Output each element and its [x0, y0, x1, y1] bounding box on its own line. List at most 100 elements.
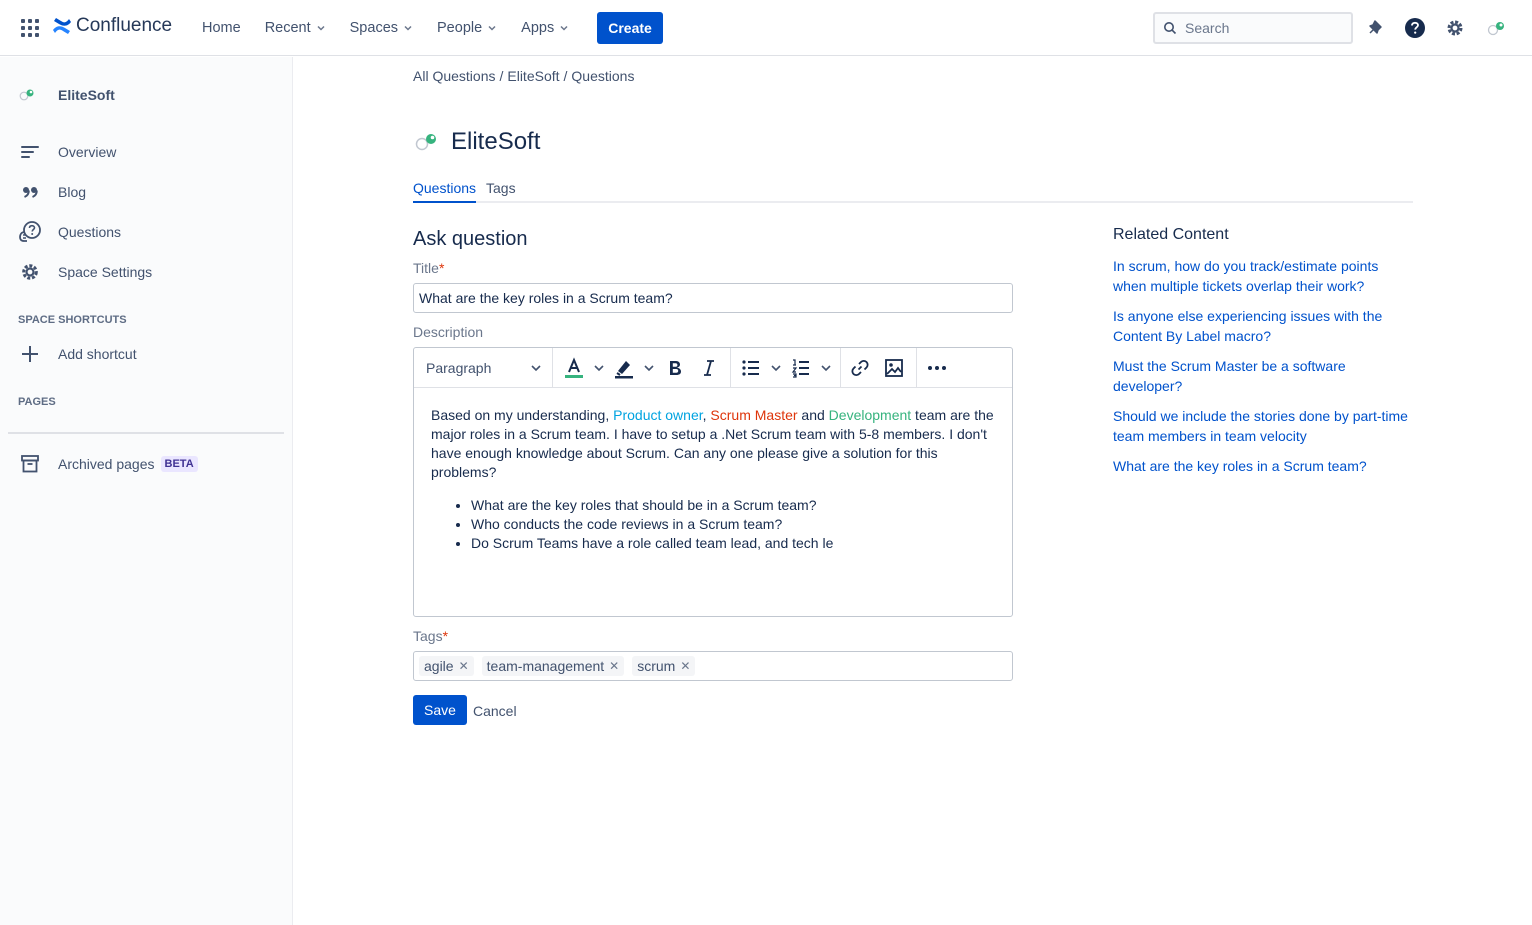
related-link[interactable]: In scrum, how do you track/estimate poin…	[1113, 256, 1413, 296]
text-color-icon[interactable]	[562, 356, 586, 380]
link-icon[interactable]	[848, 356, 872, 380]
tags-field[interactable]: agile ✕ team-management ✕ scrum ✕	[413, 651, 1013, 681]
notifications-icon[interactable]	[1363, 16, 1387, 40]
breadcrumb-questions[interactable]: Questions	[571, 68, 634, 84]
toolbar-divider	[916, 348, 917, 387]
image-icon[interactable]	[882, 356, 906, 380]
chevron-down-icon	[317, 25, 325, 31]
nav-spaces[interactable]: Spaces	[338, 12, 425, 44]
description-paragraph: Based on my understanding, Product owner…	[431, 406, 995, 482]
editor-content[interactable]: Based on my understanding, Product owner…	[414, 388, 1012, 571]
space-sidebar: EliteSoft Overview Blog Questions Space …	[0, 57, 293, 925]
save-button[interactable]: Save	[413, 695, 467, 725]
overview-icon	[18, 140, 42, 164]
ask-question-heading: Ask question	[413, 228, 528, 250]
related-content-title: Related Content	[1113, 226, 1229, 243]
chevron-down-icon[interactable]	[770, 363, 782, 373]
tab-tags[interactable]: Tags	[486, 180, 516, 196]
space-avatar-icon	[19, 89, 34, 101]
chevron-down-icon	[560, 25, 568, 31]
related-link[interactable]: Is anyone else experiencing issues with …	[1113, 306, 1413, 346]
help-icon[interactable]	[1403, 16, 1427, 40]
highlight-icon[interactable]	[612, 356, 636, 380]
breadcrumb-all-questions[interactable]: All Questions	[413, 68, 495, 84]
breadcrumb-space[interactable]: EliteSoft	[507, 68, 559, 84]
title-label: Title*	[413, 260, 444, 276]
editor-toolbar: Paragraph	[414, 348, 1012, 388]
remove-tag-icon[interactable]: ✕	[609, 659, 619, 673]
remove-tag-icon[interactable]: ✕	[459, 659, 469, 673]
questions-icon	[18, 220, 42, 244]
bold-icon[interactable]	[663, 356, 687, 380]
nav-spaces-label: Spaces	[349, 20, 399, 36]
tag-chip: agile ✕	[419, 656, 474, 676]
search-placeholder: Search	[1185, 20, 1230, 36]
space-avatar-icon	[415, 134, 436, 151]
search-input[interactable]: Search	[1153, 12, 1353, 44]
desc-text: and	[797, 407, 829, 423]
page-header: EliteSoft	[413, 128, 540, 156]
sidebar-item-questions[interactable]: Questions	[18, 220, 121, 244]
chevron-down-icon	[488, 25, 496, 31]
product-name: Confluence	[76, 15, 173, 36]
chevron-down-icon[interactable]	[643, 363, 655, 373]
required-marker: *	[442, 628, 449, 644]
space-shortcuts-heading: SPACE SHORTCUTS	[18, 314, 127, 326]
add-shortcut-label: Add shortcut	[58, 346, 137, 362]
bullet-list-icon[interactable]	[739, 356, 763, 380]
gear-icon	[18, 260, 42, 284]
sidebar-item-archived-pages[interactable]: Archived pages BETA	[18, 452, 198, 476]
description-editor: Paragraph Based on my understanding, Pro…	[413, 347, 1013, 617]
nav-recent[interactable]: Recent	[253, 12, 338, 44]
nav-home[interactable]: Home	[190, 12, 253, 44]
chevron-down-icon[interactable]	[593, 363, 605, 373]
tags-label: Tags*	[413, 628, 448, 644]
list-item: What are the key roles that should be in…	[471, 496, 995, 515]
space-name: EliteSoft	[58, 87, 115, 103]
confluence-logo[interactable]: Confluence	[52, 15, 172, 37]
archive-icon	[18, 452, 42, 476]
list-item: Who conducts the code reviews in a Scrum…	[471, 515, 995, 534]
breadcrumb-separator: /	[563, 68, 568, 84]
chevron-down-icon	[531, 365, 541, 372]
quote-icon	[18, 180, 42, 204]
app-switcher-icon[interactable]	[20, 18, 40, 38]
sidebar-item-blog[interactable]: Blog	[18, 180, 86, 204]
description-bullet-list: What are the key roles that should be in…	[431, 496, 995, 553]
required-marker: *	[438, 260, 445, 276]
space-header[interactable]: EliteSoft	[18, 87, 115, 103]
italic-icon[interactable]	[697, 356, 721, 380]
nav-home-label: Home	[202, 20, 241, 36]
tag-chip: team-management ✕	[481, 656, 625, 676]
nav-recent-label: Recent	[264, 20, 311, 36]
cancel-button[interactable]: Cancel	[473, 703, 517, 719]
related-link[interactable]: Should we include the stories done by pa…	[1113, 406, 1413, 446]
nav-people-label: People	[437, 20, 483, 36]
desc-text: Based on my understanding,	[431, 407, 614, 423]
title-field[interactable]: What are the key roles in a Scrum team?	[413, 283, 1013, 313]
sidebar-item-overview[interactable]: Overview	[18, 140, 116, 164]
tab-questions[interactable]: Questions	[413, 180, 477, 203]
related-link[interactable]: Must the Scrum Master be a software deve…	[1113, 356, 1413, 396]
more-options-icon[interactable]	[925, 356, 949, 380]
add-shortcut-button[interactable]: Add shortcut	[18, 342, 137, 366]
tag-chip: scrum ✕	[632, 656, 696, 676]
nav-people[interactable]: People	[425, 12, 509, 44]
pages-heading: PAGES	[18, 396, 56, 408]
create-button[interactable]: Create	[597, 12, 663, 44]
desc-role-development: Development	[828, 407, 912, 423]
chevron-down-icon[interactable]	[820, 363, 832, 373]
description-label: Description	[413, 324, 484, 340]
nav-apps[interactable]: Apps	[509, 12, 581, 44]
search-icon	[1164, 22, 1177, 35]
tag-label: scrum	[637, 658, 676, 674]
related-link[interactable]: What are the key roles in a Scrum team?	[1113, 456, 1413, 476]
sidebar-item-space-settings[interactable]: Space Settings	[18, 260, 152, 284]
remove-tag-icon[interactable]: ✕	[680, 659, 690, 673]
paragraph-style-dropdown[interactable]: Paragraph	[414, 348, 552, 387]
archived-pages-label: Archived pages	[58, 456, 155, 472]
user-avatar[interactable]	[1485, 16, 1509, 40]
settings-gear-icon[interactable]	[1443, 16, 1467, 40]
numbered-list-icon[interactable]	[789, 356, 813, 380]
primary-nav: Home Recent Spaces People Apps Create	[190, 0, 663, 56]
